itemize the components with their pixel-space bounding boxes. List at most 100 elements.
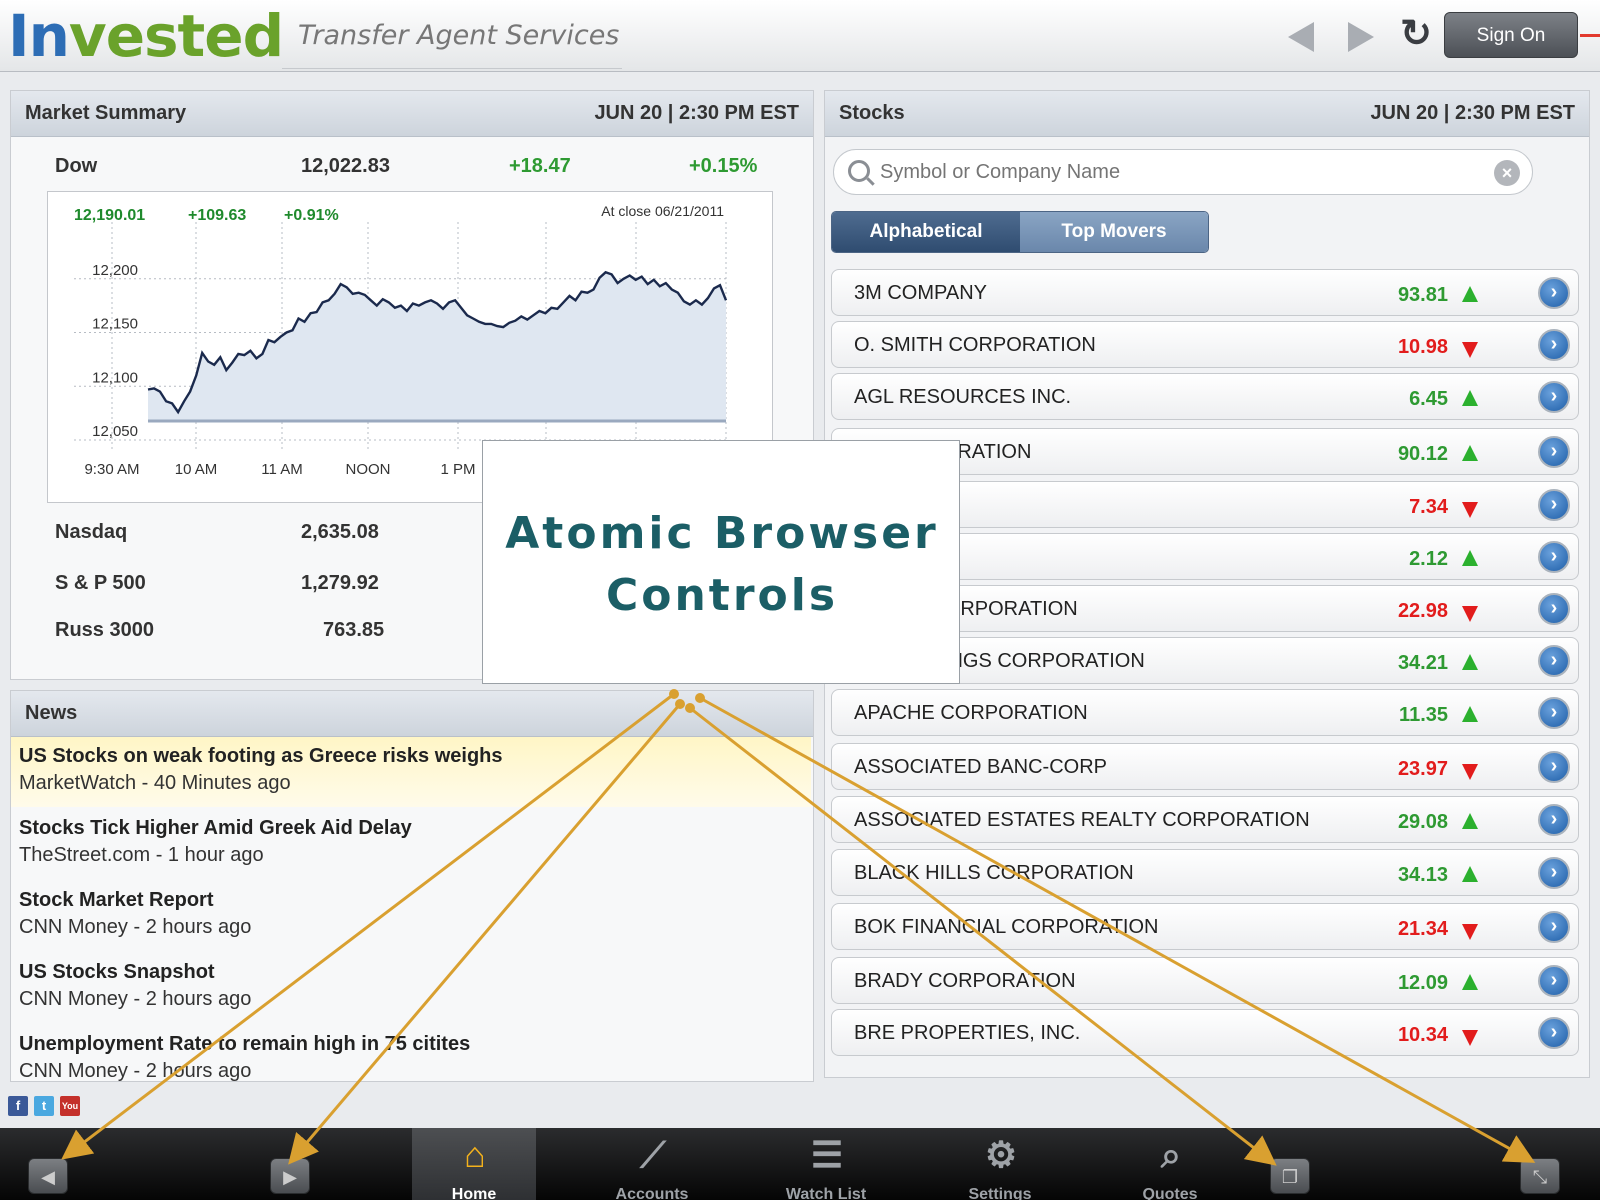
callout-line-2: Controls — [605, 570, 839, 621]
stock-name: ASSOCIATED BANC-CORP — [854, 756, 1107, 778]
nasdaq-value: 2,635.08 — [301, 521, 379, 543]
arrow-down-icon — [1462, 764, 1478, 780]
stock-row[interactable]: ASSOCIATED ESTATES REALTY CORPORATION 29.… — [831, 796, 1579, 843]
chart-y-tick-label: 12,150 — [92, 316, 138, 333]
stock-price: 23.97 — [1397, 758, 1448, 780]
tab-settings[interactable]: ⚙ Settings — [938, 1128, 1062, 1200]
chevron-right-icon[interactable]: › — [1538, 751, 1570, 783]
arrow-down-icon — [1462, 502, 1478, 518]
chart-header-value: 12,190.01 — [74, 207, 145, 224]
chart-y-tick-label: 12,200 — [92, 262, 138, 279]
tabs-button[interactable]: ❐ — [1270, 1158, 1310, 1194]
market-summary-datetime: JUN 20 | 2:30 PM EST — [594, 102, 799, 124]
stock-name: ASSOCIATED ESTATES REALTY CORPORATION — [854, 809, 1310, 831]
stock-name: BOK FINANCIAL CORPORATION — [854, 916, 1159, 938]
browser-forward-icon[interactable] — [1348, 22, 1374, 52]
callout-text: Atomic Browser Controls — [483, 503, 961, 627]
stock-name: AGL RESOURCES INC. — [854, 386, 1072, 408]
stock-row[interactable]: BRADY CORPORATION 12.09 › — [831, 957, 1579, 1004]
stock-search-input[interactable] — [880, 158, 1470, 186]
news-item[interactable]: US Stocks on weak footing as Greece risk… — [11, 737, 811, 807]
stock-row[interactable]: ASSOCIATED BANC-CORP 23.97 › — [831, 743, 1579, 790]
bottom-toolbar: ⌂ Home ⟋ Accounts ☰ Watch List ⚙ Setting… — [0, 1128, 1600, 1200]
chevron-right-icon[interactable]: › — [1538, 329, 1570, 361]
tab-quotes[interactable]: ⌕ Quotes — [1108, 1128, 1232, 1200]
stocks-datetime: JUN 20 | 2:30 PM EST — [1370, 102, 1575, 124]
stock-row[interactable]: BLACK HILLS CORPORATION 34.13 › — [831, 849, 1579, 896]
stock-row[interactable]: BRE PROPERTIES, INC. 10.34 › — [831, 1009, 1579, 1056]
stock-price: 21.34 — [1397, 918, 1448, 940]
tab-quotes-label: Quotes — [1142, 1186, 1198, 1200]
stock-price: 12.09 — [1397, 972, 1448, 994]
chevron-right-icon[interactable]: › — [1538, 381, 1570, 413]
chevron-right-icon[interactable]: › — [1538, 489, 1570, 521]
chart-icon: ⟋ — [640, 1134, 666, 1175]
dow-row[interactable]: Dow 12,022.83 +18.47 +0.15% — [11, 145, 811, 185]
fullscreen-button[interactable]: ⤡ — [1520, 1158, 1560, 1194]
youtube-icon[interactable]: You — [60, 1096, 80, 1116]
stocks-title: Stocks — [839, 102, 905, 124]
tab-accounts[interactable]: ⟋ Accounts — [590, 1128, 714, 1200]
news-item-source: CNN Money - 2 hours ago — [19, 988, 252, 1010]
stocks-header: Stocks JUN 20 | 2:30 PM EST — [825, 91, 1589, 137]
chevron-right-icon[interactable]: › — [1538, 911, 1570, 943]
stock-price: 7.34 — [1409, 496, 1448, 518]
news-item[interactable]: Stocks Tick Higher Amid Greek Aid Delay … — [11, 809, 811, 879]
arrow-down-icon — [1462, 924, 1478, 940]
arrow-up-icon — [1462, 813, 1478, 829]
browser-back-icon[interactable] — [1288, 22, 1314, 52]
dow-pct: +0.15% — [689, 155, 758, 177]
news-item[interactable]: US Stocks Snapshot CNN Money - 2 hours a… — [11, 953, 811, 1023]
facebook-icon[interactable]: f — [8, 1096, 28, 1116]
news-item[interactable]: Stock Market Report CNN Money - 2 hours … — [11, 881, 811, 951]
news-item-source: TheStreet.com - 1 hour ago — [19, 844, 264, 866]
arrow-up-icon — [1462, 866, 1478, 882]
chevron-right-icon[interactable]: › — [1538, 277, 1570, 309]
browser-back-button[interactable]: ◀ — [28, 1158, 68, 1194]
stock-price: 11.35 — [1399, 704, 1448, 726]
news-item[interactable]: Unemployment Rate to remain high in 75 c… — [11, 1025, 811, 1095]
logo-rest: ested — [105, 2, 284, 70]
sign-on-button[interactable]: Sign On — [1444, 12, 1578, 58]
chevron-right-icon[interactable]: › — [1538, 593, 1570, 625]
chevron-right-icon[interactable]: › — [1538, 436, 1570, 468]
stock-row[interactable]: APACHE CORPORATION 11.35 › — [831, 689, 1579, 736]
tab-top-movers[interactable]: Top Movers — [1020, 212, 1208, 252]
sort-segmented-control: Alphabetical Top Movers — [831, 211, 1209, 253]
tab-watch-list[interactable]: ☰ Watch List — [764, 1128, 888, 1200]
news-item-title: Stock Market Report — [19, 889, 214, 911]
chevron-right-icon[interactable]: › — [1538, 541, 1570, 573]
tab-home-label: Home — [451, 1186, 497, 1200]
gear-icon: ⚙ — [984, 1134, 1018, 1175]
news-item-title: Unemployment Rate to remain high in 75 c… — [19, 1033, 471, 1055]
arrow-up-icon — [1462, 286, 1478, 302]
stock-row[interactable]: BOK FINANCIAL CORPORATION 21.34 › — [831, 903, 1579, 950]
clear-icon[interactable]: × — [1494, 160, 1520, 186]
tab-alphabetical[interactable]: Alphabetical — [832, 212, 1020, 252]
chevron-right-icon[interactable]: › — [1538, 645, 1570, 677]
stock-price: 93.81 — [1397, 284, 1448, 306]
chevron-right-icon[interactable]: › — [1538, 697, 1570, 729]
stock-name: 3M COMPANY — [854, 282, 987, 304]
chevron-right-icon[interactable]: › — [1538, 965, 1570, 997]
chart-x-tick-label: 1 PM — [440, 461, 475, 478]
stock-row[interactable]: O. SMITH CORPORATION 10.98 › — [831, 321, 1579, 368]
stock-price: 22.98 — [1397, 600, 1448, 622]
browser-forward-button[interactable]: ▶ — [270, 1158, 310, 1194]
stock-row[interactable]: AGL RESOURCES INC. 6.45 › — [831, 373, 1579, 420]
chevron-right-icon[interactable]: › — [1538, 857, 1570, 889]
reload-icon[interactable]: ↻ — [1396, 14, 1436, 54]
chevron-right-icon[interactable]: › — [1538, 804, 1570, 836]
tab-home[interactable]: ⌂ Home — [412, 1128, 536, 1200]
dow-name: Dow — [55, 155, 98, 177]
stock-name: APACHE CORPORATION — [854, 702, 1088, 724]
home-icon: ⌂ — [464, 1134, 486, 1175]
arrow-down-icon — [1462, 342, 1478, 358]
market-summary-title: Market Summary — [25, 102, 187, 124]
stock-row[interactable]: 3M COMPANY 93.81 › — [831, 269, 1579, 316]
chart-y-tick-label: 12,100 — [92, 369, 138, 386]
news-item-title: US Stocks on weak footing as Greece risk… — [19, 745, 503, 767]
twitter-icon[interactable]: t — [34, 1096, 54, 1116]
chevron-right-icon[interactable]: › — [1538, 1017, 1570, 1049]
arrow-up-icon — [1462, 654, 1478, 670]
